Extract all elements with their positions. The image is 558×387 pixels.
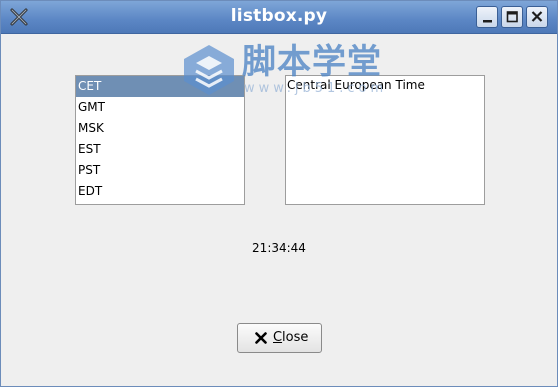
window-title: listbox.py <box>230 6 328 26</box>
close-icon <box>531 11 543 22</box>
minimize-icon <box>483 20 492 23</box>
list-item[interactable]: CET <box>76 76 244 97</box>
timezone-description: Central European Time <box>287 78 425 92</box>
list-item[interactable]: EDT <box>76 181 244 202</box>
maximize-button[interactable] <box>501 6 523 28</box>
clock-label: 21:34:44 <box>252 241 306 255</box>
close-mnemonic: C <box>273 330 283 345</box>
app-window: listbox.py CET GMT MSK EST PST EDT Centr… <box>0 0 558 387</box>
close-button-label: C <box>273 330 282 345</box>
description-textview[interactable]: Central European Time <box>285 75 485 205</box>
list-item[interactable]: MSK <box>76 118 244 139</box>
close-label-rest: lose <box>282 330 309 345</box>
timezone-listbox[interactable]: CET GMT MSK EST PST EDT <box>75 75 245 205</box>
minimize-button[interactable] <box>476 6 498 28</box>
title-bar[interactable]: listbox.py <box>1 1 557 34</box>
list-item[interactable]: EST <box>76 139 244 160</box>
window-close-button[interactable] <box>526 6 548 28</box>
list-item[interactable]: GMT <box>76 97 244 118</box>
maximize-icon <box>506 11 518 23</box>
close-x-icon <box>255 332 267 344</box>
close-button[interactable]: Close <box>237 323 322 353</box>
list-item[interactable]: PST <box>76 160 244 181</box>
